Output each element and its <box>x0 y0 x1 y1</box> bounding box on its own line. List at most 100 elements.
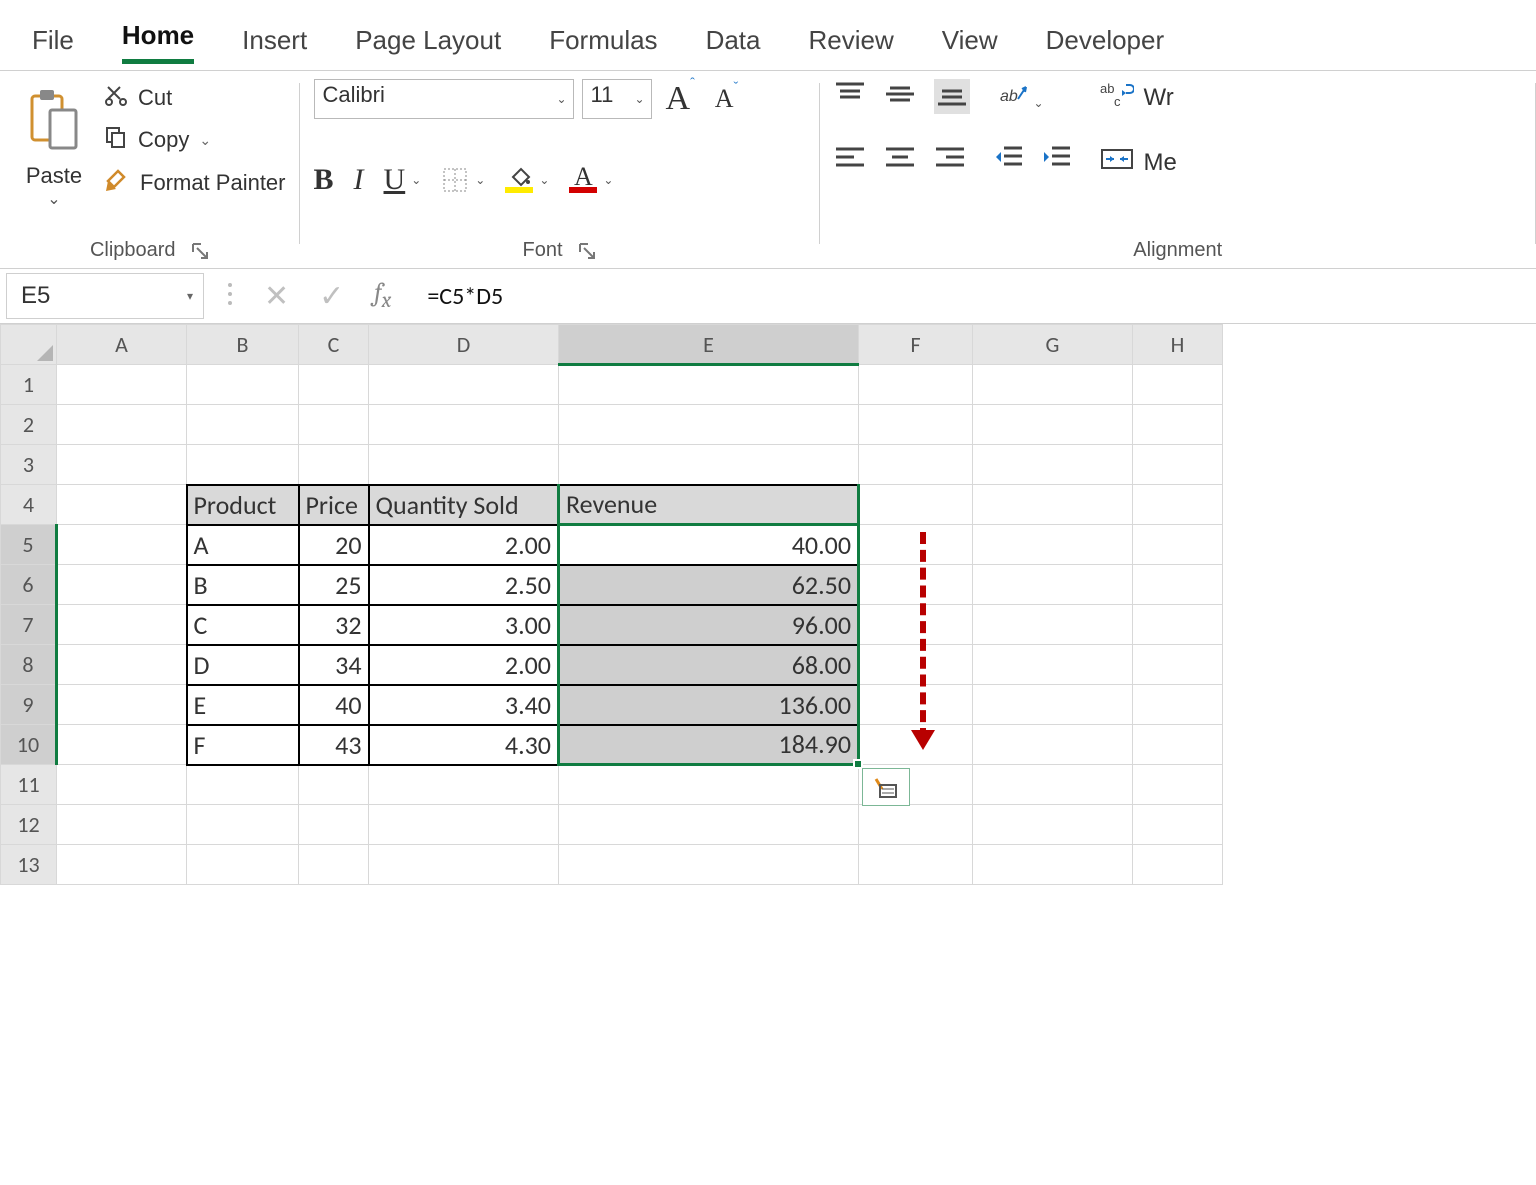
copy-button[interactable]: Copy ⌄ <box>104 125 286 155</box>
cell-A8[interactable] <box>57 645 187 685</box>
cell-A11[interactable] <box>57 765 187 805</box>
row-header-2[interactable]: 2 <box>1 405 57 445</box>
cell-D4[interactable]: Quantity Sold <box>369 485 559 525</box>
column-header-E[interactable]: E <box>559 325 859 365</box>
align-middle-button[interactable] <box>884 81 916 112</box>
tab-page-layout[interactable]: Page Layout <box>355 25 501 64</box>
cell-D9[interactable]: 3.40 <box>369 685 559 725</box>
row-header-12[interactable]: 12 <box>1 805 57 845</box>
cell-E1[interactable] <box>559 365 859 405</box>
cell-F12[interactable] <box>859 805 973 845</box>
cell-E7[interactable]: 96.00 <box>559 605 859 645</box>
cell-C3[interactable] <box>299 445 369 485</box>
cell-C13[interactable] <box>299 845 369 885</box>
cell-H7[interactable] <box>1133 605 1223 645</box>
cell-C9[interactable]: 40 <box>299 685 369 725</box>
cell-E12[interactable] <box>559 805 859 845</box>
cell-D1[interactable] <box>369 365 559 405</box>
increase-font-button[interactable]: Aˆ <box>660 80 701 118</box>
cell-G3[interactable] <box>973 445 1133 485</box>
cell-G5[interactable] <box>973 525 1133 565</box>
cell-G7[interactable] <box>973 605 1133 645</box>
cell-A10[interactable] <box>57 725 187 765</box>
cell-G2[interactable] <box>973 405 1133 445</box>
column-header-H[interactable]: H <box>1133 325 1223 365</box>
align-center-button[interactable] <box>884 144 916 175</box>
cell-C8[interactable]: 34 <box>299 645 369 685</box>
row-header-13[interactable]: 13 <box>1 845 57 885</box>
cell-A13[interactable] <box>57 845 187 885</box>
cell-G13[interactable] <box>973 845 1133 885</box>
tab-formulas[interactable]: Formulas <box>549 25 657 64</box>
cell-B3[interactable] <box>187 445 299 485</box>
cell-F2[interactable] <box>859 405 973 445</box>
cell-E10[interactable]: 184.90 <box>559 725 859 765</box>
cell-D13[interactable] <box>369 845 559 885</box>
row-header-6[interactable]: 6 <box>1 565 57 605</box>
cell-E5[interactable]: 40.00 <box>559 525 859 565</box>
tab-insert[interactable]: Insert <box>242 25 307 64</box>
cell-B8[interactable]: D <box>187 645 299 685</box>
row-header-3[interactable]: 3 <box>1 445 57 485</box>
tab-data[interactable]: Data <box>706 25 761 64</box>
cell-B4[interactable]: Product <box>187 485 299 525</box>
enter-formula-button[interactable]: ✓ <box>319 279 344 314</box>
cell-H10[interactable] <box>1133 725 1223 765</box>
name-box[interactable]: E5 ▾ <box>6 273 204 319</box>
cell-C5[interactable]: 20 <box>299 525 369 565</box>
cell-A6[interactable] <box>57 565 187 605</box>
copy-dropdown[interactable]: ⌄ <box>199 132 211 149</box>
cell-H5[interactable] <box>1133 525 1223 565</box>
cell-H13[interactable] <box>1133 845 1223 885</box>
increase-indent-button[interactable] <box>1042 144 1072 175</box>
font-color-button[interactable]: A ⌄ <box>569 167 613 193</box>
cell-A9[interactable] <box>57 685 187 725</box>
cell-G12[interactable] <box>973 805 1133 845</box>
cell-C6[interactable]: 25 <box>299 565 369 605</box>
cell-E4[interactable]: Revenue <box>559 485 859 525</box>
row-header-8[interactable]: 8 <box>1 645 57 685</box>
cell-A1[interactable] <box>57 365 187 405</box>
column-header-D[interactable]: D <box>369 325 559 365</box>
row-header-11[interactable]: 11 <box>1 765 57 805</box>
cell-G1[interactable] <box>973 365 1133 405</box>
cell-H2[interactable] <box>1133 405 1223 445</box>
fill-color-button[interactable]: ⌄ <box>505 167 549 193</box>
cell-G10[interactable] <box>973 725 1133 765</box>
cell-F6[interactable] <box>859 565 973 605</box>
cell-A12[interactable] <box>57 805 187 845</box>
cell-B5[interactable]: A <box>187 525 299 565</box>
cell-D7[interactable]: 3.00 <box>369 605 559 645</box>
cell-H11[interactable] <box>1133 765 1223 805</box>
italic-button[interactable]: I <box>354 163 364 197</box>
align-right-button[interactable] <box>934 144 966 175</box>
cell-F8[interactable] <box>859 645 973 685</box>
borders-button[interactable]: ⌄ <box>441 166 485 194</box>
column-header-B[interactable]: B <box>187 325 299 365</box>
cell-C12[interactable] <box>299 805 369 845</box>
cell-B6[interactable]: B <box>187 565 299 605</box>
decrease-font-button[interactable]: Aˇ <box>709 84 744 114</box>
font-dialog-launcher[interactable] <box>577 241 597 261</box>
cell-A3[interactable] <box>57 445 187 485</box>
cell-F3[interactable] <box>859 445 973 485</box>
cell-E3[interactable] <box>559 445 859 485</box>
cancel-formula-button[interactable]: ✕ <box>264 279 289 314</box>
format-painter-button[interactable]: Format Painter <box>104 167 286 199</box>
tab-view[interactable]: View <box>942 25 998 64</box>
cell-D11[interactable] <box>369 765 559 805</box>
tab-review[interactable]: Review <box>808 25 893 64</box>
cell-C10[interactable]: 43 <box>299 725 369 765</box>
cell-B12[interactable] <box>187 805 299 845</box>
row-header-4[interactable]: 4 <box>1 485 57 525</box>
align-left-button[interactable] <box>834 144 866 175</box>
cell-D10[interactable]: 4.30 <box>369 725 559 765</box>
cell-G9[interactable] <box>973 685 1133 725</box>
tab-developer[interactable]: Developer <box>1046 25 1165 64</box>
cell-C1[interactable] <box>299 365 369 405</box>
formula-bar-grip[interactable] <box>226 279 234 314</box>
cell-B9[interactable]: E <box>187 685 299 725</box>
cell-E9[interactable]: 136.00 <box>559 685 859 725</box>
row-header-1[interactable]: 1 <box>1 365 57 405</box>
cell-D3[interactable] <box>369 445 559 485</box>
